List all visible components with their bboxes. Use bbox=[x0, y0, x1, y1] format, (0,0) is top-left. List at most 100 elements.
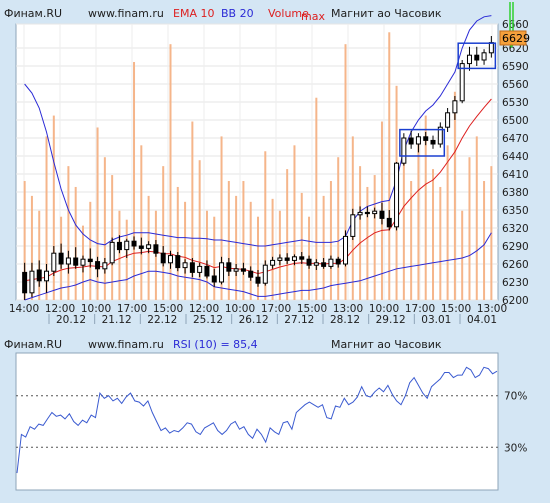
candle-body bbox=[488, 42, 494, 54]
price-tick-label: 6320 bbox=[502, 223, 529, 235]
volume-bar bbox=[432, 169, 435, 300]
candle-body bbox=[255, 276, 261, 284]
candle-body bbox=[102, 262, 108, 270]
candle-body bbox=[226, 262, 232, 272]
volume-bar bbox=[468, 157, 471, 300]
candle-body bbox=[379, 210, 385, 219]
volume-bar bbox=[300, 192, 303, 300]
candle-body bbox=[36, 269, 42, 282]
candle-body bbox=[44, 270, 50, 282]
rsi-site-label: www.finam.ru bbox=[88, 338, 164, 351]
candle-body bbox=[182, 262, 188, 269]
rsi-instrument-label: Магнит ао Часовик bbox=[331, 338, 442, 351]
candle-body bbox=[291, 256, 297, 261]
date-tick-label: 03.01 bbox=[421, 314, 451, 326]
candle-body bbox=[146, 244, 152, 249]
volume-bar bbox=[337, 157, 340, 300]
candle-body bbox=[109, 241, 115, 264]
candle-body bbox=[313, 262, 319, 266]
volume-bar bbox=[271, 198, 274, 300]
volume-bar bbox=[140, 145, 143, 300]
candle-body bbox=[423, 136, 429, 141]
volume-bar bbox=[249, 201, 252, 300]
candle-body bbox=[22, 271, 28, 294]
candle-body bbox=[452, 100, 458, 114]
candle-body bbox=[153, 244, 159, 254]
chart-window: 6660 6620 6590 6560 6530 6500 6470 6440 6410 6380… bbox=[0, 0, 550, 499]
date-tick-label: 26.12 bbox=[239, 314, 269, 326]
volume-bar bbox=[417, 136, 420, 300]
price-tick-label: 6230 bbox=[502, 277, 529, 289]
candle-body bbox=[240, 268, 246, 272]
candle-body bbox=[321, 262, 327, 267]
main-site-label: www.finam.ru bbox=[88, 7, 164, 20]
price-tick-label: 6290 bbox=[502, 241, 529, 253]
price-tick-label: 6380 bbox=[502, 187, 529, 199]
candle-body bbox=[408, 137, 414, 145]
volume-bar bbox=[373, 175, 376, 300]
candle-body bbox=[131, 240, 137, 247]
candle-body bbox=[160, 252, 166, 264]
volume-bar bbox=[366, 186, 369, 300]
candle-body bbox=[167, 255, 173, 264]
volume-bar bbox=[162, 166, 165, 300]
candle-body bbox=[51, 252, 57, 272]
main-instrument-label: Магнит ао Часовик bbox=[331, 7, 442, 20]
candle-body bbox=[284, 257, 290, 261]
volume-bar bbox=[322, 195, 325, 300]
volume-bar bbox=[286, 169, 289, 300]
volume-bar bbox=[242, 181, 245, 300]
candle-body bbox=[430, 139, 436, 145]
candle-body bbox=[481, 52, 487, 61]
candle-body bbox=[364, 211, 370, 215]
candle-body bbox=[262, 264, 268, 284]
volume-bar bbox=[446, 145, 449, 300]
time-tick-label: 14:00 bbox=[9, 303, 39, 315]
candle-body bbox=[270, 259, 276, 266]
volume-bar bbox=[213, 216, 216, 300]
date-tick-label: 25.12 bbox=[193, 314, 223, 326]
candle-body bbox=[58, 252, 64, 265]
candle-body bbox=[87, 258, 93, 263]
volume-bar bbox=[74, 186, 77, 300]
date-tick-label: 04.01 bbox=[467, 314, 497, 326]
price-tick-label: 6660 bbox=[502, 19, 529, 31]
date-tick-label: 20.12 bbox=[56, 314, 86, 326]
candle-body bbox=[116, 241, 122, 251]
volume-bar bbox=[461, 210, 464, 300]
candle-body bbox=[415, 136, 421, 145]
price-tick-label: 6260 bbox=[502, 259, 529, 271]
volume-bar bbox=[329, 181, 332, 300]
candle-body bbox=[357, 211, 363, 216]
candle-body bbox=[459, 63, 465, 102]
candle-body bbox=[124, 240, 130, 251]
volume-bar bbox=[475, 136, 478, 300]
date-tick-label: 28.12 bbox=[330, 314, 360, 326]
candle-body bbox=[189, 262, 195, 273]
candle-body bbox=[219, 262, 225, 283]
rsi-source-label: Финам.RU bbox=[4, 338, 62, 351]
price-tick-label: 6350 bbox=[502, 205, 529, 217]
candle-body bbox=[204, 265, 210, 277]
candle-body bbox=[73, 257, 79, 266]
candle-body bbox=[211, 275, 217, 283]
volume-bar bbox=[483, 181, 486, 300]
candle-body bbox=[401, 137, 407, 164]
price-tick-label: 6500 bbox=[502, 115, 529, 127]
volume-bar bbox=[125, 219, 128, 300]
candle-body bbox=[233, 268, 239, 272]
candle-body bbox=[138, 245, 144, 249]
time-axis-ticks: 14:00 12:00 10:00 17:00 15:00 12:00 10:00 17:00… bbox=[9, 303, 507, 326]
bb-legend-label: BB 20 bbox=[221, 7, 254, 20]
candle-body bbox=[248, 270, 254, 278]
candle-body bbox=[197, 265, 203, 273]
volume-bar bbox=[293, 145, 296, 300]
price-tick-label: 6530 bbox=[502, 97, 529, 109]
rsi-plot-area bbox=[15, 352, 499, 491]
candle-body bbox=[474, 54, 480, 61]
volume-bar bbox=[118, 210, 121, 300]
date-tick-label: 22.12 bbox=[147, 314, 177, 326]
volume-bar bbox=[184, 201, 187, 300]
max-label: max bbox=[301, 10, 325, 23]
chart-canvas: 6660662065906560653065006470644064106380… bbox=[4, 2, 530, 491]
